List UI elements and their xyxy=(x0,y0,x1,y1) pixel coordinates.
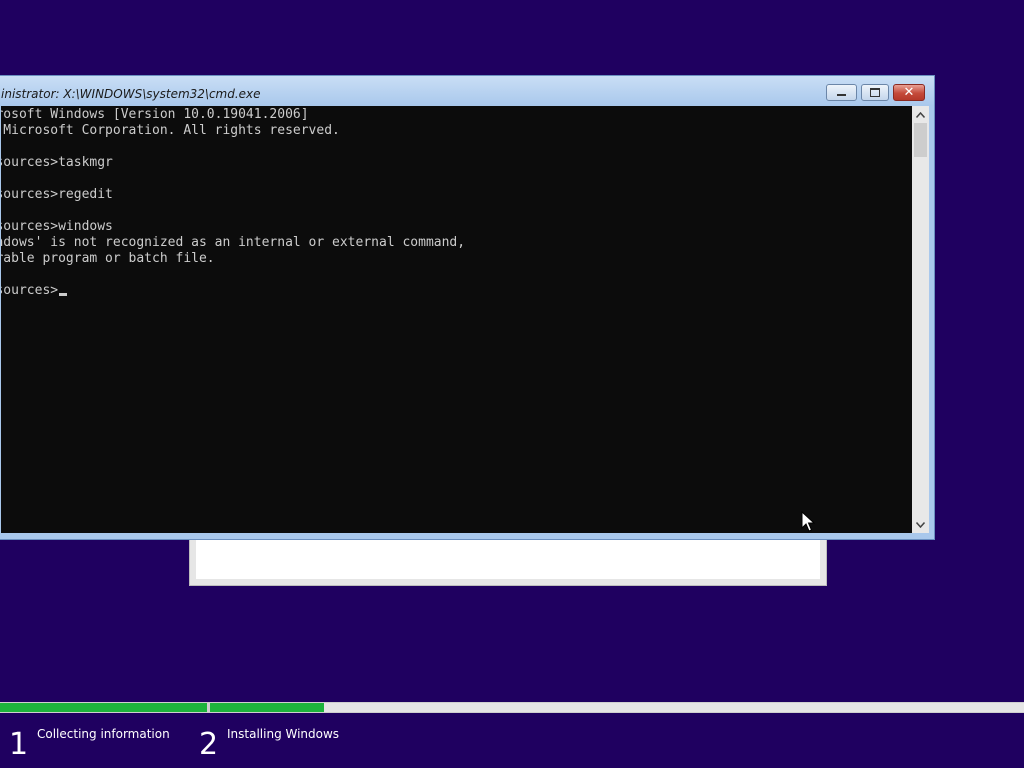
scroll-up-button[interactable] xyxy=(912,106,929,123)
cmd-window[interactable]: inistrator: X:\WINDOWS\system32\cmd.exe … xyxy=(0,75,935,540)
title-bar[interactable]: inistrator: X:\WINDOWS\system32\cmd.exe … xyxy=(0,76,934,106)
console-line: X:\sources>taskmgr xyxy=(1,155,113,170)
chevron-down-icon xyxy=(916,521,925,528)
console-line: Microsoft Windows [Version 10.0.19041.20… xyxy=(1,107,309,122)
console-line: operable program or batch file. xyxy=(1,251,215,266)
progress-segment-2 xyxy=(210,703,1024,712)
chevron-up-icon xyxy=(916,111,925,118)
progress-fill-2 xyxy=(210,703,324,712)
setup-progress-bar xyxy=(0,702,1024,713)
console-line: (c) Microsoft Corporation. All rights re… xyxy=(1,123,340,138)
console-lines: Microsoft Windows [Version 10.0.19041.20… xyxy=(1,107,465,299)
minimize-button[interactable] xyxy=(826,84,857,101)
window-title: inistrator: X:\WINDOWS\system32\cmd.exe xyxy=(1,87,261,101)
mouse-pointer-icon xyxy=(801,511,815,532)
step-2-number: 2 xyxy=(199,727,219,762)
close-button[interactable]: ✕ xyxy=(893,84,925,101)
close-icon: ✕ xyxy=(903,85,915,100)
text-cursor xyxy=(59,293,68,296)
step-2-label: Installing Windows xyxy=(227,727,340,741)
scroll-thumb[interactable] xyxy=(914,123,927,157)
minimize-icon xyxy=(837,93,846,96)
console-line: X:\sources> xyxy=(1,283,465,299)
maximize-button[interactable] xyxy=(861,84,889,101)
console-line: 'windows' is not recognized as an intern… xyxy=(1,235,466,250)
console-line: X:\sources>regedit xyxy=(1,187,113,202)
progress-fill-1 xyxy=(0,703,207,712)
step-1-label: Collecting information xyxy=(37,727,170,741)
prompt-text: X:\sources> xyxy=(1,283,59,298)
scroll-down-button[interactable] xyxy=(912,516,929,533)
vertical-scrollbar[interactable] xyxy=(912,106,929,533)
maximize-icon xyxy=(870,88,880,97)
step-1-number: 1 xyxy=(9,727,29,762)
console-line: X:\sources>windows xyxy=(1,219,113,234)
progress-segment-1 xyxy=(0,703,207,712)
console-output[interactable]: Microsoft Windows [Version 10.0.19041.20… xyxy=(1,106,912,533)
